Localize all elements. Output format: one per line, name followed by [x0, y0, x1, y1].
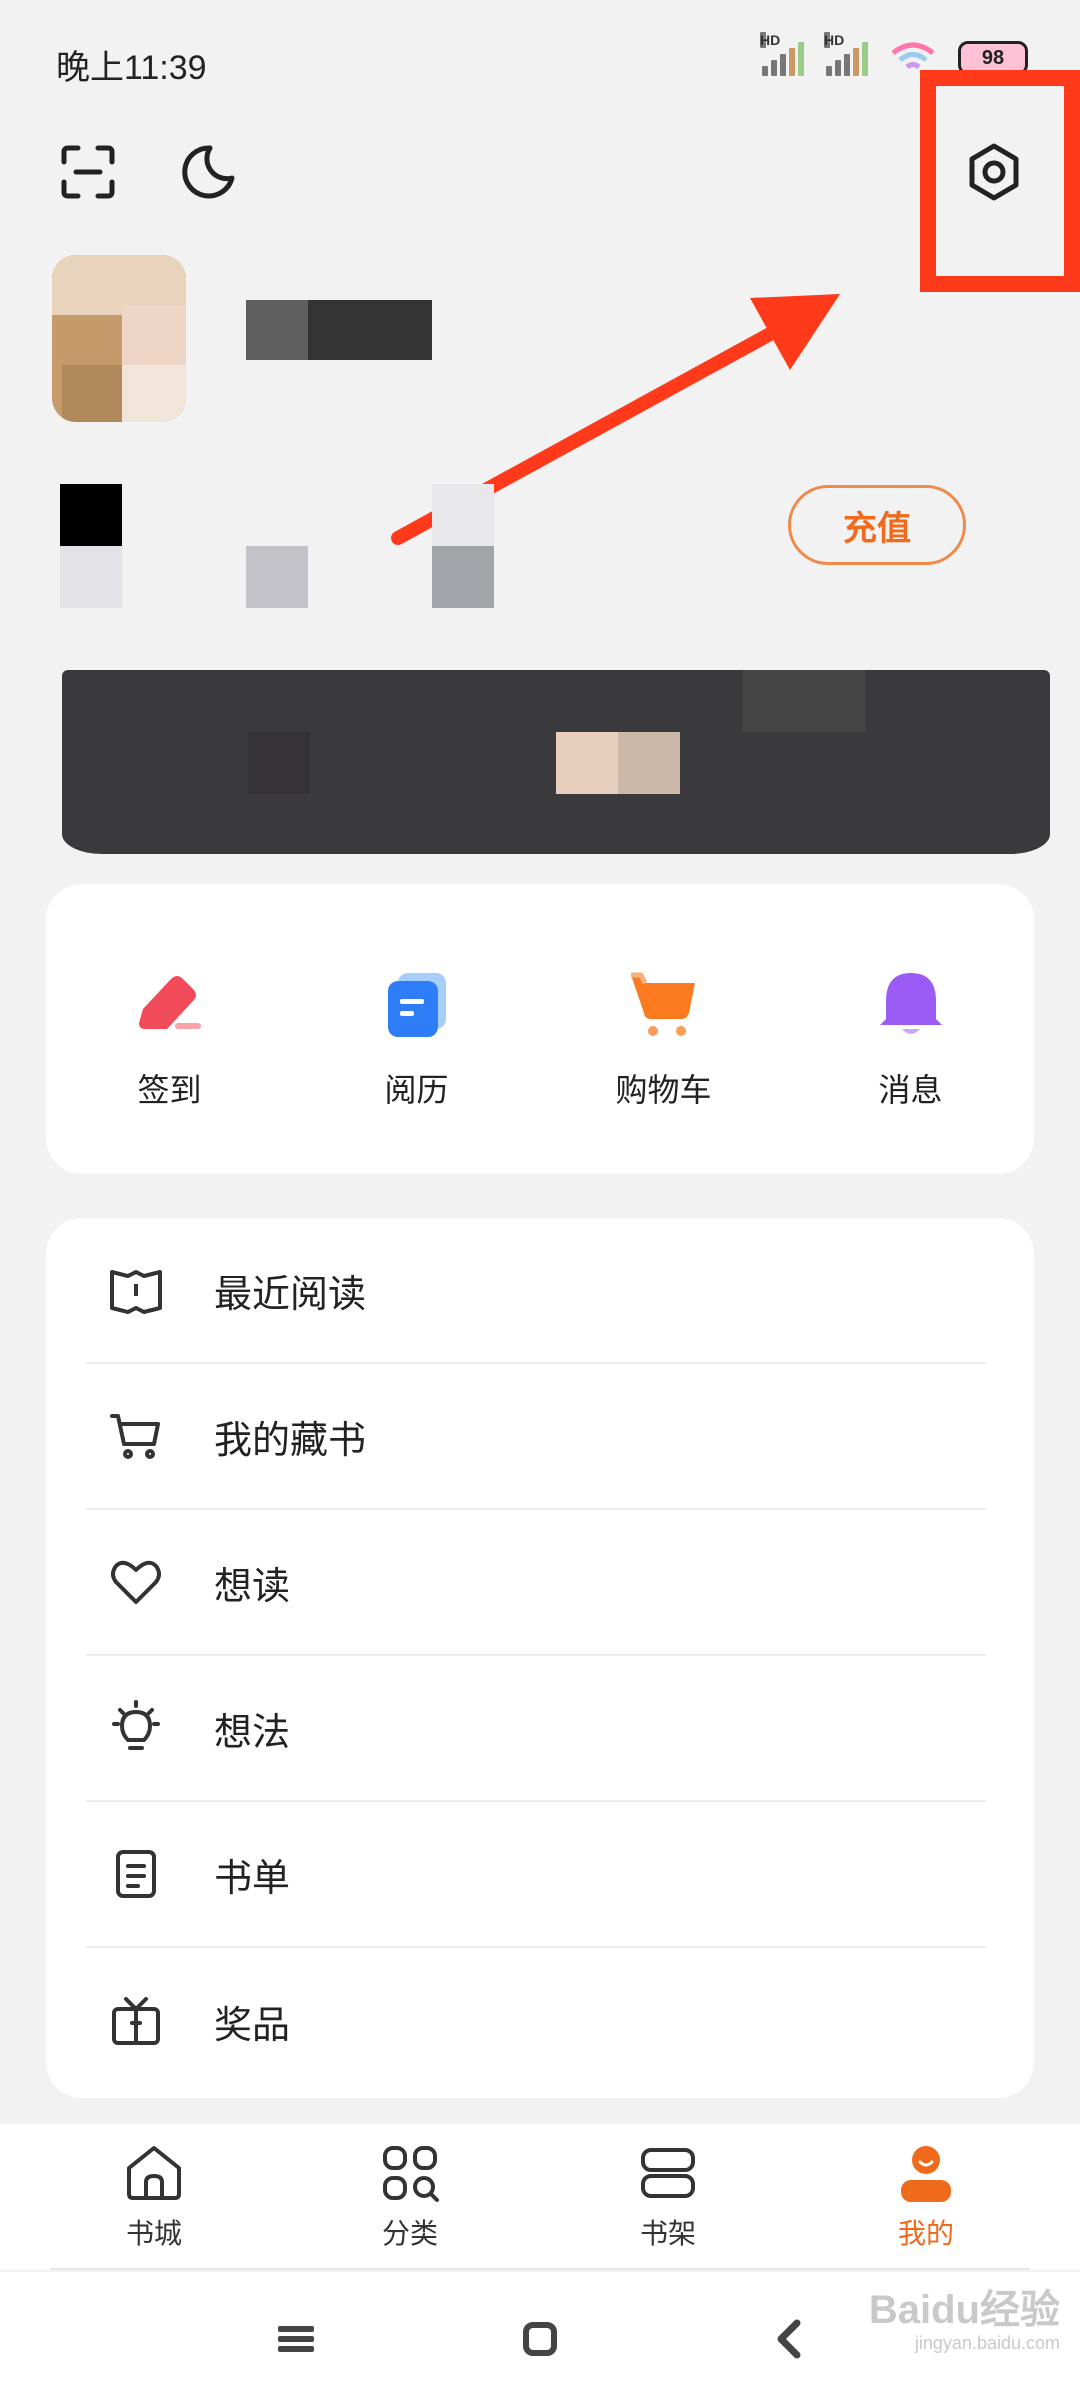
profile-icon [901, 2146, 951, 2202]
menu-item-label: 我的藏书 [214, 1419, 367, 1462]
menu-item-recent-reading[interactable]: 最近阅读 [86, 1218, 986, 1364]
tab-bookshelf[interactable]: 书架 [588, 2142, 748, 2252]
tab-label: 书城 [125, 2218, 182, 2249]
category-icon [383, 2146, 439, 2202]
quick-action-label: 签到 [137, 1072, 202, 1108]
tab-divider [50, 2268, 1030, 2270]
status-time: 晚上11:39 [56, 49, 207, 87]
back-nav-icon[interactable] [758, 2314, 818, 2364]
tab-mine[interactable]: 我的 [846, 2142, 1006, 2252]
quick-action-reading-history[interactable]: 阅历 [293, 884, 540, 1174]
hd-label-2: HD [824, 32, 845, 48]
home-nav-icon[interactable] [510, 2314, 570, 2364]
quick-action-checkin[interactable]: 签到 [46, 884, 293, 1174]
home-icon [127, 2146, 181, 2200]
watermark-main: Baidu经验 [868, 2288, 1060, 2332]
avatar[interactable] [52, 255, 186, 422]
hd-label: HD [760, 32, 781, 48]
cellular-signal-icon: HD [760, 32, 804, 76]
menu-item-prizes[interactable]: 奖品 [86, 1948, 986, 2094]
heart-icon [111, 1560, 161, 1604]
bookshelf-icon [641, 2148, 695, 2198]
shopping-cart-icon [630, 972, 695, 1036]
reading-history-icon [387, 973, 446, 1037]
menu-list-card: 最近阅读 我的藏书 想读 想法 书单 奖品 [46, 1218, 1034, 2098]
night-mode-moon-icon[interactable] [176, 140, 240, 204]
menu-nav-icon[interactable] [266, 2314, 326, 2364]
cart-icon [110, 1414, 160, 1459]
menu-item-label: 想读 [214, 1565, 291, 1608]
menu-item-my-collection[interactable]: 我的藏书 [86, 1364, 986, 1510]
watermark-sub: jingyan.baidu.com [914, 2333, 1060, 2353]
quick-actions-card: 签到 阅历 购物车 消息 [46, 884, 1034, 1174]
tab-category[interactable]: 分类 [330, 2142, 490, 2252]
menu-item-want-to-read[interactable]: 想读 [86, 1510, 986, 1656]
menu-item-ideas[interactable]: 想法 [86, 1656, 986, 1802]
bell-icon [879, 973, 942, 1034]
menu-item-label: 想法 [214, 1711, 291, 1754]
quick-action-messages[interactable]: 消息 [787, 884, 1034, 1174]
bottom-tab-bar: 书城 分类 书架 我的 [0, 2124, 1080, 2270]
recharge-button[interactable]: 充值 [788, 485, 966, 565]
tab-label: 我的 [897, 2218, 954, 2249]
quick-action-label: 购物车 [615, 1072, 712, 1108]
cellular-signal-icon-2: HD [824, 32, 868, 76]
open-book-icon [110, 1270, 162, 1314]
lightbulb-icon [112, 1700, 160, 1750]
gift-icon [112, 1997, 160, 2045]
menu-item-book-list[interactable]: 书单 [86, 1802, 986, 1948]
menu-item-label: 奖品 [214, 2004, 291, 2047]
list-document-icon [116, 1850, 156, 1898]
membership-banner[interactable] [62, 670, 1050, 854]
checkin-icon [138, 976, 201, 1029]
menu-item-label: 书单 [214, 1857, 291, 1900]
username-redacted [246, 300, 432, 360]
baidu-watermark: Baidu经验 jingyan.baidu.com [869, 2290, 1060, 2352]
tab-label: 分类 [381, 2218, 438, 2249]
tab-label: 书架 [639, 2218, 696, 2249]
tab-bookstore[interactable]: 书城 [74, 2142, 234, 2252]
scan-icon[interactable] [56, 140, 120, 204]
quick-action-cart[interactable]: 购物车 [540, 884, 787, 1174]
menu-item-label: 最近阅读 [214, 1273, 367, 1316]
annotation-highlight-box [920, 70, 1080, 292]
quick-action-label: 消息 [878, 1072, 943, 1108]
quick-action-label: 阅历 [384, 1072, 449, 1108]
